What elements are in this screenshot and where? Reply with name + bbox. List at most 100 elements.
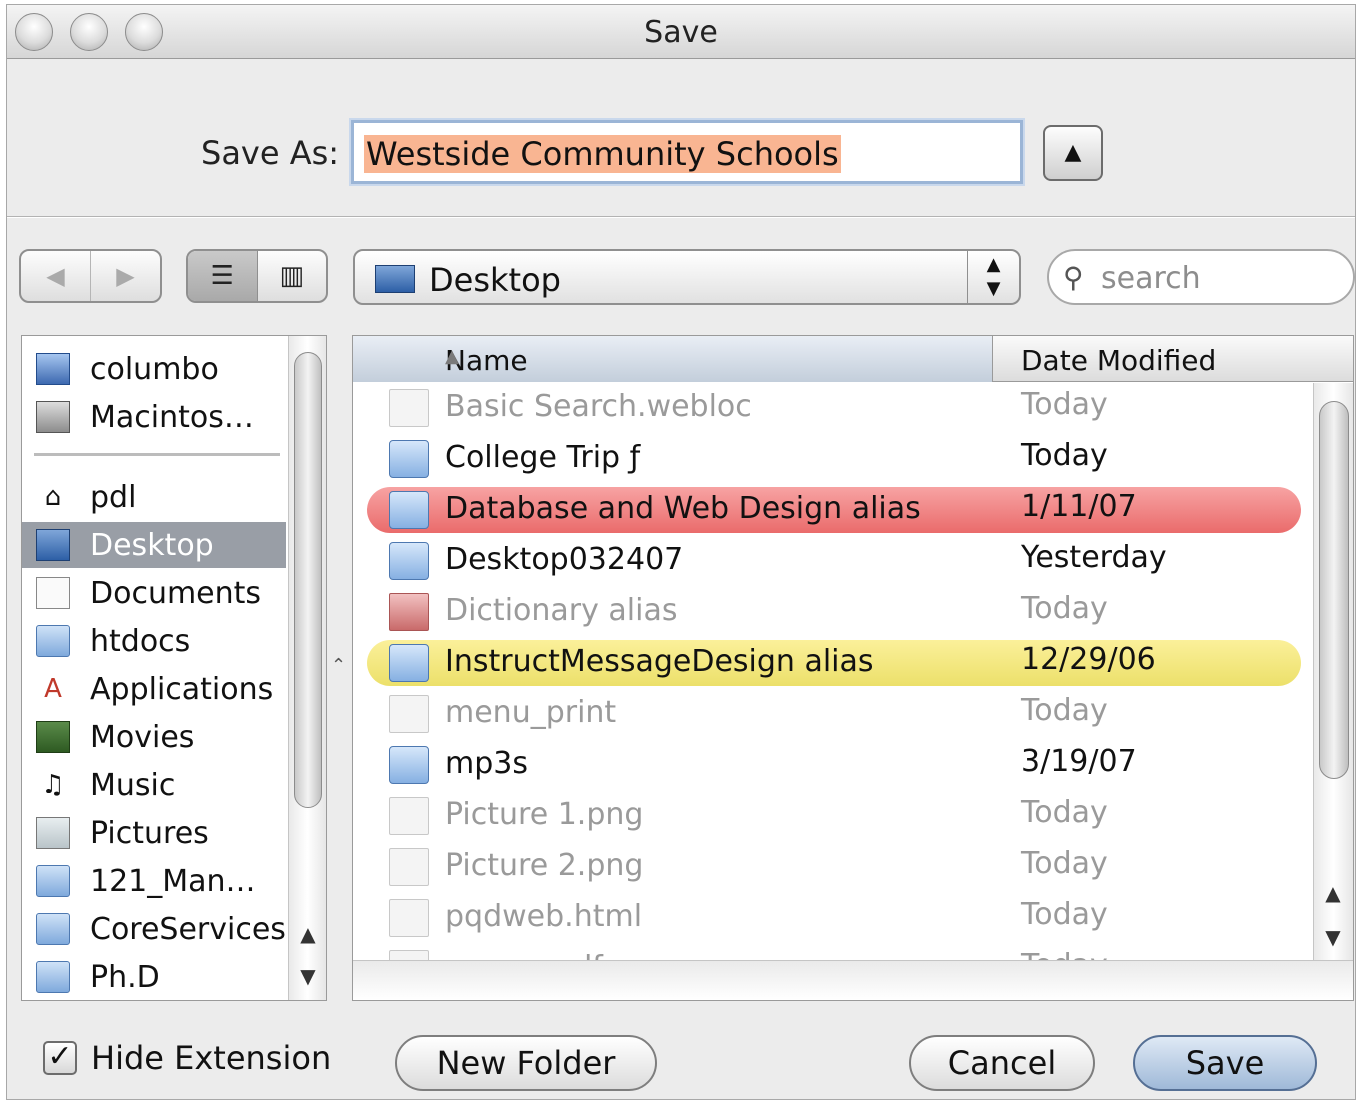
title-bar: Save — [7, 5, 1355, 59]
file-name: College Trip ƒ — [445, 440, 641, 475]
file-row[interactable]: Basic Search.webloc Today — [367, 385, 1301, 431]
file-date: Today — [1021, 438, 1108, 473]
divider — [7, 216, 1355, 218]
hide-extension-checkbox[interactable]: ✓ — [43, 1041, 77, 1075]
file-row[interactable]: Database and Web Design alias 1/11/07 — [367, 487, 1301, 533]
location-label: Desktop — [429, 261, 561, 299]
file-row[interactable]: Desktop032407 Yesterday — [367, 538, 1301, 584]
file-name: Basic Search.webloc — [445, 389, 752, 424]
back-button[interactable]: ◀ — [21, 251, 90, 301]
file-name: Dictionary alias — [445, 593, 678, 628]
desktop-icon — [36, 529, 70, 561]
file-row[interactable]: menu_print Today — [367, 691, 1301, 737]
sidebar-item-label: Pictures — [90, 815, 209, 851]
folder-icon — [389, 644, 429, 682]
view-mode-control: ☰ ▥ — [186, 249, 328, 303]
file-name: mp3s — [445, 746, 528, 781]
back-forward-control: ◀ ▶ — [19, 249, 162, 303]
file-name: Desktop032407 — [445, 542, 684, 577]
hard-disk-icon — [36, 401, 70, 433]
desktop-icon — [375, 265, 415, 293]
file-list-scroll-thumb[interactable] — [1319, 401, 1349, 779]
sidebar-item-label: Desktop — [90, 527, 214, 563]
file-date: Today — [1021, 897, 1108, 932]
file-date: 1/11/07 — [1021, 489, 1137, 524]
search-field[interactable]: ⚲ — [1047, 249, 1355, 305]
sidebar-item-label: Macintos… — [90, 399, 254, 435]
list-header: Name ▲ Date Modified — [353, 336, 1353, 382]
triangle-up-icon: ▲ — [1064, 140, 1082, 165]
sidebar-scroll-thumb[interactable] — [294, 352, 322, 808]
file-icon — [389, 389, 429, 427]
sort-ascending-icon: ▲ — [445, 346, 459, 367]
sidebar-item-movies[interactable]: Movies — [22, 714, 286, 760]
file-date: Today — [1021, 693, 1108, 728]
file-row[interactable]: mp3s 3/19/07 — [367, 742, 1301, 788]
pane-resize-handle[interactable]: ⌃ — [331, 655, 346, 676]
search-input[interactable] — [1101, 259, 1341, 297]
forward-arrow-icon: ▶ — [116, 262, 135, 290]
scroll-up-arrow-icon[interactable]: ▲ — [1314, 871, 1352, 915]
file-row[interactable]: Picture 1.png Today — [367, 793, 1301, 839]
folder-icon — [36, 961, 70, 993]
file-rows: Basic Search.webloc Today College Trip ƒ To… — [353, 383, 1313, 961]
file-row[interactable]: pqdweb.html Today — [367, 895, 1301, 941]
file-row[interactable]: College Trip ƒ Today — [367, 436, 1301, 482]
folder-icon — [389, 746, 429, 784]
sidebar-item-documents[interactable]: Documents — [22, 570, 286, 616]
sidebar-item-pictures[interactable]: Pictures — [22, 810, 286, 856]
home-icon: ⌂ — [44, 482, 62, 512]
scroll-down-arrow-icon[interactable]: ▼ — [1314, 915, 1352, 959]
back-arrow-icon: ◀ — [46, 262, 65, 290]
sidebar-item-label: CoreServices — [90, 911, 286, 947]
folder-icon — [389, 440, 429, 478]
name-column-header[interactable]: Name ▲ — [353, 336, 993, 382]
horizontal-scrollbar[interactable] — [353, 960, 1353, 1000]
cancel-button[interactable]: Cancel — [909, 1035, 1095, 1091]
sidebar-item-121-man[interactable]: 121_Man… — [22, 858, 286, 904]
sidebar-item-label: 121_Man… — [90, 863, 256, 899]
scroll-up-arrow-icon[interactable]: ▲ — [289, 912, 326, 956]
file-row[interactable]: Dictionary alias Today — [367, 589, 1301, 635]
date-column-header[interactable]: Date Modified — [1021, 344, 1216, 377]
sidebar-scrollbar[interactable]: ▲ ▼ — [288, 336, 326, 1000]
sidebar-item-columbo[interactable]: columbo — [22, 346, 286, 392]
file-name: InstructMessageDesign alias — [445, 644, 874, 679]
column-view-icon: ▥ — [279, 261, 305, 291]
file-icon — [389, 695, 429, 733]
file-browser: Name ▲ Date Modified Basic Search.webloc… — [352, 335, 1354, 1001]
sidebar-item-music[interactable]: ♫ Music — [22, 762, 286, 808]
sidebar-item-label: Movies — [90, 719, 195, 755]
file-date: 12/29/06 — [1021, 642, 1156, 677]
forward-button[interactable]: ▶ — [90, 251, 160, 301]
computer-icon — [36, 353, 70, 385]
popup-stepper-icon: ▲ ▼ — [967, 251, 1019, 303]
movies-icon — [36, 721, 70, 753]
sidebar-item-phd[interactable]: Ph.D — [22, 954, 286, 1000]
sidebar-item-macintosh[interactable]: Macintos… — [22, 394, 286, 440]
file-row[interactable]: InstructMessageDesign alias 12/29/06 — [367, 640, 1301, 686]
sidebar-item-label: Documents — [90, 575, 262, 611]
file-list-scrollbar[interactable]: ▲ ▼ — [1313, 383, 1353, 961]
sidebar-item-desktop[interactable]: Desktop — [22, 522, 286, 568]
sidebar-item-label: Music — [90, 767, 176, 803]
scroll-down-arrow-icon[interactable]: ▼ — [289, 954, 326, 998]
sidebar-separator — [34, 453, 280, 456]
checkmark-icon: ✓ — [47, 1039, 73, 1074]
column-view-button[interactable]: ▥ — [256, 251, 327, 301]
save-as-input[interactable]: Westside Community Schools — [351, 120, 1023, 184]
file-row[interactable]: source.pdfToday — [367, 946, 1301, 961]
sidebar-item-htdocs[interactable]: htdocs — [22, 618, 286, 664]
location-popup[interactable]: Desktop ▲ ▼ — [353, 249, 1021, 305]
new-folder-button[interactable]: New Folder — [395, 1035, 657, 1091]
sidebar-item-coreservices[interactable]: CoreServices — [22, 906, 286, 952]
collapse-dialog-button[interactable]: ▲ — [1043, 125, 1103, 181]
file-icon — [389, 797, 429, 835]
file-row[interactable]: Picture 2.png Today — [367, 844, 1301, 890]
sidebar-item-pdl[interactable]: ⌂ pdl — [22, 474, 286, 520]
sidebar-item-applications[interactable]: A Applications — [22, 666, 286, 712]
hide-extension-option[interactable]: ✓ Hide Extension — [43, 1039, 331, 1077]
dictionary-icon — [389, 593, 429, 631]
save-button[interactable]: Save — [1133, 1035, 1317, 1091]
list-view-button[interactable]: ☰ — [188, 251, 257, 301]
